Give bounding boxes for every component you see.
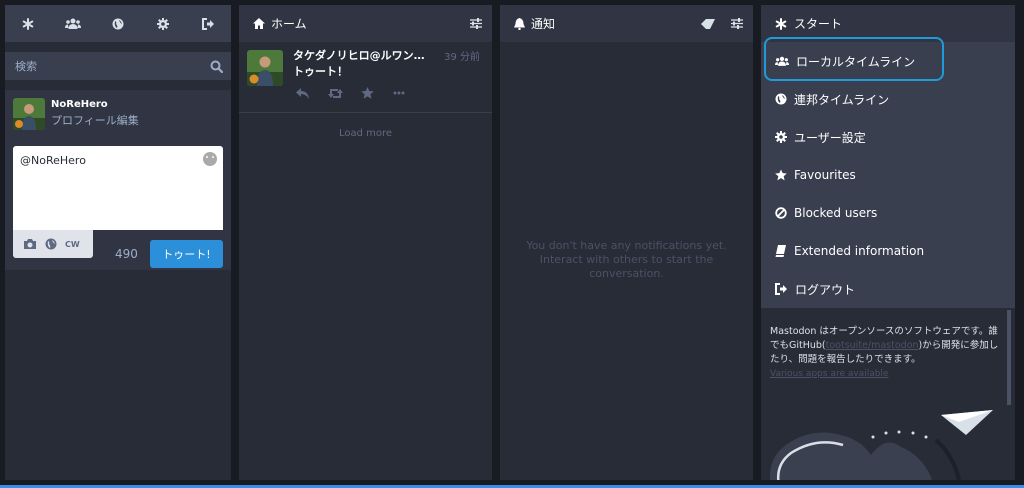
- status-display-name[interactable]: タケダノリヒロ@ルワンダ...: [293, 47, 433, 63]
- ban-icon: [775, 207, 787, 219]
- notifications-column: 通知 You don't have any notifications yet.…: [500, 5, 753, 480]
- toot-button[interactable]: トゥート!: [150, 240, 223, 268]
- search-input[interactable]: [13, 58, 197, 74]
- notifications-column-header[interactable]: 通知: [500, 5, 753, 42]
- menu-item-label: Extended information: [794, 244, 925, 258]
- eraser-icon[interactable]: [701, 18, 715, 29]
- getting-started-header: スタート: [761, 5, 1015, 42]
- compose-panel: NoReHero プロフィール編集 CW 490 トゥート!: [5, 90, 231, 270]
- compose-form: [13, 146, 223, 230]
- more-button[interactable]: [390, 86, 408, 100]
- logout-nav-button[interactable]: [198, 14, 218, 34]
- users-icon: [775, 56, 789, 66]
- content-warning-toggle[interactable]: CW: [65, 240, 80, 249]
- boost-button[interactable]: [326, 86, 344, 100]
- menu-item-federated-timeline[interactable]: 連邦タイムライン: [761, 80, 1015, 118]
- status-action-bar: [294, 86, 408, 100]
- menu-item-logout[interactable]: ログアウト: [761, 270, 1015, 308]
- globe-icon: [112, 18, 124, 29]
- gear-icon: [157, 17, 170, 30]
- getting-started-nav-button[interactable]: [18, 14, 38, 34]
- empty-notifications-message: You don't have any notifications yet. In…: [526, 239, 727, 280]
- emoji-picker-icon[interactable]: [203, 152, 217, 166]
- menu-item-preferences[interactable]: ユーザー設定: [761, 118, 1015, 156]
- asterisk-icon: [775, 17, 787, 30]
- globe-icon[interactable]: [45, 238, 57, 250]
- load-more-button[interactable]: Load more: [239, 128, 492, 139]
- column-settings-icon[interactable]: [470, 18, 482, 29]
- avatar[interactable]: [247, 50, 283, 86]
- menu-item-label: ログアウト: [795, 282, 856, 297]
- about-text: Mastodon はオープンソースのソフトウェアです。誰でもGitHub(too…: [770, 325, 1001, 367]
- gear-icon: [775, 131, 787, 143]
- retweet-icon: [327, 88, 343, 98]
- preferences-nav-button[interactable]: [153, 14, 173, 34]
- compose-textarea[interactable]: [13, 146, 223, 230]
- status-item[interactable]: タケダノリヒロ@ルワンダ... 39 分前 トゥート！: [239, 42, 492, 113]
- menu-item-local-timeline[interactable]: ローカルタイムライン: [761, 42, 1015, 80]
- menu-item-label: ユーザー設定: [794, 130, 866, 145]
- favourite-button[interactable]: [358, 86, 376, 100]
- edit-profile-link[interactable]: プロフィール編集: [51, 112, 139, 128]
- sign-out-icon: [775, 283, 787, 295]
- search-bar: [5, 52, 231, 80]
- search-icon[interactable]: [210, 60, 223, 73]
- local-timeline-nav-button[interactable]: [63, 14, 83, 34]
- home-column-header[interactable]: ホーム: [239, 5, 492, 42]
- menu-item-label: 連邦タイムライン: [794, 92, 890, 107]
- home-column-title: ホーム: [271, 17, 307, 31]
- reply-icon: [296, 87, 309, 99]
- getting-started-title: スタート: [794, 17, 843, 31]
- header-controls: [701, 18, 743, 29]
- avatar-image: [247, 50, 283, 86]
- avatar-image: [13, 98, 45, 130]
- bell-icon: [514, 17, 525, 30]
- sign-out-icon: [201, 17, 214, 30]
- apps-link[interactable]: Various apps are available: [770, 369, 888, 379]
- federated-timeline-nav-button[interactable]: [108, 14, 128, 34]
- status-content: トゥート！: [293, 65, 348, 78]
- nav-bar: [5, 5, 231, 42]
- menu-item-blocked-users[interactable]: Blocked users: [761, 194, 1015, 232]
- character-counter: 490: [115, 247, 138, 261]
- menu-item-favourites[interactable]: Favourites: [761, 156, 1015, 194]
- compose-column: NoReHero プロフィール編集 CW 490 トゥート!: [5, 5, 231, 480]
- camera-icon[interactable]: [23, 238, 37, 250]
- notifications-column-title: 通知: [531, 17, 556, 31]
- star-icon: [360, 87, 374, 99]
- getting-started-column: スタート ローカルタイムライン 連邦タイムライン ユーザー設定 Favourit…: [761, 5, 1015, 480]
- home-icon: [253, 18, 265, 29]
- compose-toolbar: CW: [13, 230, 93, 258]
- reply-button[interactable]: [294, 86, 312, 100]
- menu-item-label: ローカルタイムライン: [796, 54, 916, 69]
- status-timestamp[interactable]: 39 分前: [444, 48, 480, 63]
- menu-item-label: Blocked users: [794, 206, 878, 220]
- mastodon-mascot-illustration: [770, 410, 993, 480]
- globe-icon: [775, 93, 787, 105]
- avatar[interactable]: [13, 98, 45, 130]
- asterisk-icon: [22, 17, 33, 30]
- star-icon: [775, 169, 787, 181]
- menu-item-extended-information[interactable]: Extended information: [761, 232, 1015, 270]
- users-icon: [64, 18, 81, 29]
- home-column: ホーム タケダノリヒロ@ルワンダ... 39 分前 トゥート！ Load mor…: [239, 5, 492, 480]
- github-link[interactable]: tootsuite/mastodon: [826, 340, 919, 351]
- book-icon: [775, 245, 786, 257]
- column-settings-icon[interactable]: [731, 18, 743, 29]
- ellipsis-icon: [393, 91, 405, 95]
- account-username[interactable]: NoReHero: [51, 99, 108, 110]
- menu-item-label: Favourites: [794, 168, 856, 182]
